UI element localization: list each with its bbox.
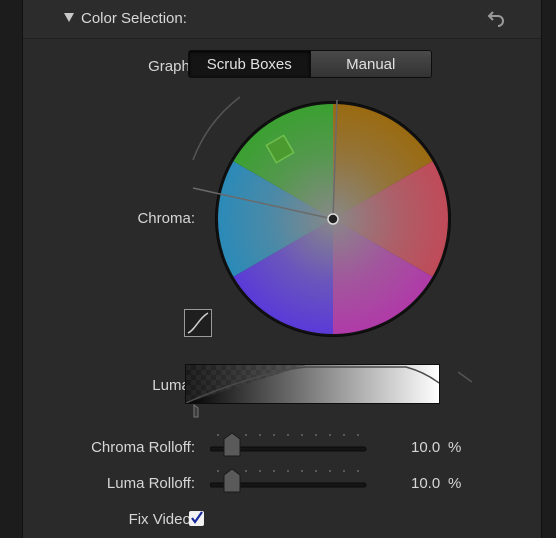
luma-rolloff-unit: % <box>448 475 462 492</box>
slider-tick <box>245 470 247 472</box>
slider-tick <box>259 470 261 472</box>
slider-tick <box>343 434 345 436</box>
wheel-center-point[interactable] <box>327 213 339 225</box>
slider-tick <box>301 434 303 436</box>
slider-tick <box>287 434 289 436</box>
slider-tick <box>315 434 317 436</box>
luma-low-handle[interactable] <box>190 404 200 418</box>
chroma-range-arc[interactable] <box>192 96 241 161</box>
curve-editor-icon <box>187 312 209 334</box>
chroma-rolloff-unit: % <box>448 439 462 456</box>
slider-tick <box>357 470 359 472</box>
slider-tick <box>329 470 331 472</box>
slider-tick <box>259 434 261 436</box>
luma-range-bar[interactable] <box>185 364 440 404</box>
luma-rolloff-slider[interactable] <box>210 466 370 496</box>
luma-rolloff-label: Luma Rolloff: <box>106 475 195 492</box>
slider-tick <box>315 470 317 472</box>
fix-video-label: Fix Video: <box>128 511 195 528</box>
slider-tick <box>301 470 303 472</box>
slider-ticks <box>217 434 359 436</box>
slider-tick <box>217 470 219 472</box>
slider-ticks <box>217 470 359 472</box>
chroma-rolloff-label: Chroma Rolloff: <box>91 439 195 456</box>
luma-rolloff-value[interactable]: 10.0 <box>411 475 440 492</box>
chroma-rolloff-slider[interactable] <box>210 430 370 460</box>
slider-tick <box>357 434 359 436</box>
checkmark-icon <box>191 511 203 524</box>
slider-tick <box>329 434 331 436</box>
chroma-rolloff-value[interactable]: 10.0 <box>411 439 440 456</box>
fix-video-checkbox[interactable] <box>189 511 204 526</box>
luma-label: Luma: <box>152 377 194 394</box>
slider-thumb[interactable] <box>223 468 241 493</box>
slider-tick <box>273 470 275 472</box>
slider-tick <box>245 434 247 436</box>
slider-tick <box>287 470 289 472</box>
slider-tick <box>273 434 275 436</box>
slider-thumb[interactable] <box>223 432 241 457</box>
luma-high-curve-tail <box>458 371 473 383</box>
slider-tick <box>343 470 345 472</box>
curve-editor-button[interactable] <box>184 309 212 337</box>
slider-tick <box>217 434 219 436</box>
